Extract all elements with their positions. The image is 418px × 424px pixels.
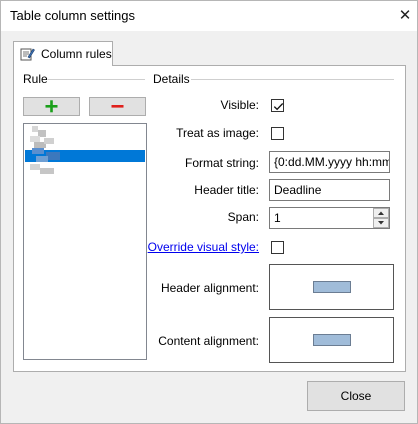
checkmark-icon xyxy=(273,103,284,111)
list-item-blurred xyxy=(36,156,48,162)
rule-group-label: Rule xyxy=(21,72,50,86)
content-alignment-marker xyxy=(313,334,351,346)
edit-note-icon xyxy=(20,48,35,61)
span-increment-button[interactable] xyxy=(373,208,389,218)
tab-label: Column rules xyxy=(41,47,112,61)
header-alignment-marker xyxy=(313,281,351,293)
rule-list[interactable] xyxy=(23,123,147,360)
visible-checkbox[interactable] xyxy=(271,99,284,112)
arrow-down-icon xyxy=(378,221,384,225)
plus-icon xyxy=(45,100,58,113)
override-visual-style-checkbox[interactable] xyxy=(271,241,284,254)
treat-as-image-label: Treat as image: xyxy=(176,126,259,140)
span-stepper[interactable] xyxy=(373,208,389,228)
span-label: Span: xyxy=(227,210,259,224)
remove-rule-button[interactable] xyxy=(89,97,146,116)
details-group-divider xyxy=(191,79,394,80)
header-alignment-label: Header alignment: xyxy=(160,281,259,295)
list-item-blurred xyxy=(46,152,60,160)
list-item-blurred xyxy=(44,138,54,144)
arrow-up-icon xyxy=(378,211,384,215)
header-alignment-picker[interactable] xyxy=(269,264,394,310)
dialog-window: Table column settings ✕ Column rules Rul… xyxy=(0,0,418,424)
add-rule-button[interactable] xyxy=(23,97,80,116)
list-item-blurred xyxy=(30,164,40,170)
format-string-label: Format string: xyxy=(184,156,259,170)
window-title: Table column settings xyxy=(10,8,136,23)
minus-icon xyxy=(111,105,124,108)
override-visual-style-link[interactable]: Override visual style: xyxy=(148,240,259,254)
close-button[interactable]: Close xyxy=(307,381,405,411)
title-bar: Table column settings ✕ xyxy=(1,1,417,31)
header-title-input[interactable]: Deadline xyxy=(269,179,390,201)
header-title-label: Header title: xyxy=(194,183,259,197)
treat-as-image-checkbox[interactable] xyxy=(271,127,284,140)
content-alignment-picker[interactable] xyxy=(269,317,394,363)
format-string-input[interactable]: {0:dd.MM.yyyy hh:mm} xyxy=(269,151,390,173)
rule-group-divider xyxy=(48,79,145,80)
list-item-blurred xyxy=(32,148,44,154)
content-alignment-label: Content alignment: xyxy=(158,334,259,348)
span-input[interactable]: 1 xyxy=(269,207,390,229)
list-item-blurred xyxy=(40,168,54,174)
close-icon[interactable]: ✕ xyxy=(395,5,415,25)
details-group-label: Details xyxy=(151,72,192,86)
tab-column-rules[interactable]: Column rules xyxy=(13,41,113,66)
span-decrement-button[interactable] xyxy=(373,218,389,228)
visible-label: Visible: xyxy=(220,98,259,112)
